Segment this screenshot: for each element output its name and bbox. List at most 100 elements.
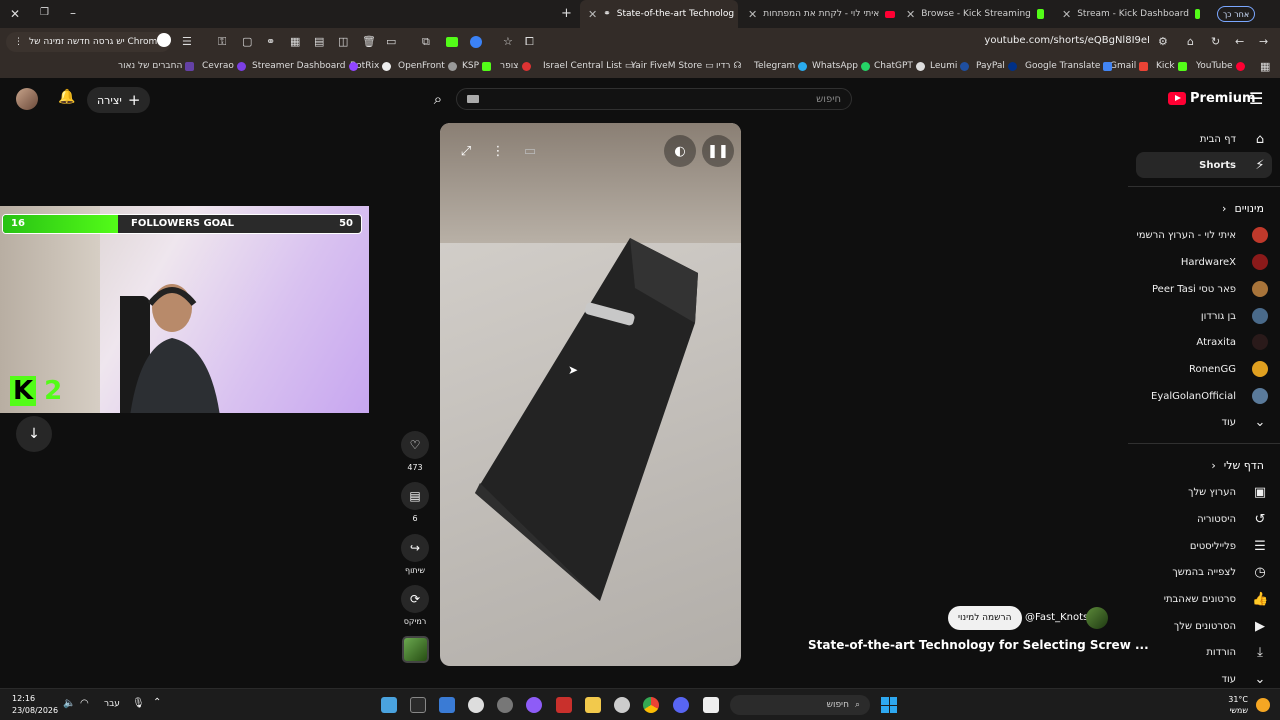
bookmark-youtube[interactable]: YouTube bbox=[1196, 61, 1245, 71]
like-button[interactable]: ♡ bbox=[401, 431, 429, 459]
bookmark-radio[interactable]: רדיו ☊ bbox=[716, 61, 741, 71]
home-icon[interactable]: ⌂ bbox=[1187, 35, 1194, 48]
steam-app-icon[interactable] bbox=[614, 697, 630, 713]
sidebar-item-subscription[interactable]: RonenGG bbox=[1189, 356, 1268, 382]
remix-button[interactable]: ⟳ bbox=[401, 585, 429, 613]
bookmark-gmail[interactable]: Gmail bbox=[1110, 61, 1149, 71]
close-tab-icon[interactable]: ✕ bbox=[588, 8, 597, 21]
settings-app-icon[interactable] bbox=[497, 697, 513, 713]
tab-youtube-itay[interactable]: ✕ איתי לוי - לקחת את המפתחות bbox=[742, 0, 902, 28]
new-tab-icon[interactable]: + bbox=[561, 6, 572, 21]
puzzle-icon[interactable]: ⧉ bbox=[422, 35, 430, 49]
mail-app-icon[interactable] bbox=[410, 697, 426, 713]
windows-start-icon[interactable] bbox=[881, 697, 897, 713]
bookmark-israel-central[interactable]: Israel Central List ▭ bbox=[543, 61, 633, 71]
comments-action[interactable]: ▤ 6 bbox=[401, 482, 429, 523]
wifi-icon[interactable]: ◠ bbox=[80, 698, 89, 709]
notepad-app-icon[interactable] bbox=[703, 697, 719, 713]
sidebar-item-subscription[interactable]: EyalGolanOfficial bbox=[1151, 383, 1268, 409]
sidebar-item-downloads[interactable]: הורדות ⤓ bbox=[1206, 639, 1268, 665]
bookmark-kick[interactable]: Kick bbox=[1156, 61, 1187, 71]
sidebar-item-your-videos[interactable]: הסרטונים שלך ▶ bbox=[1174, 613, 1268, 639]
reload-icon[interactable]: ↻ bbox=[1211, 35, 1220, 48]
bookmark-cevrao[interactable]: Cevrao bbox=[202, 61, 246, 71]
sidebar-item-more[interactable]: עוד ⌄ bbox=[1222, 409, 1268, 435]
search-input[interactable]: חיפוש bbox=[456, 88, 852, 110]
sidebar-item-subscription[interactable]: בן גורדון bbox=[1201, 303, 1268, 329]
minimize-window-icon[interactable]: – bbox=[70, 6, 76, 20]
bookmark-friends[interactable]: החברים של נאור bbox=[118, 61, 195, 71]
maps-app-icon[interactable] bbox=[468, 697, 484, 713]
back-icon[interactable]: → bbox=[1259, 35, 1268, 48]
bookmark-streamer-dashboard[interactable]: Streamer Dashboard bbox=[252, 61, 358, 71]
sidebar-item-shorts[interactable]: Shorts ⚡ bbox=[1136, 152, 1272, 178]
screen-cast-icon[interactable]: ⧠ bbox=[525, 35, 534, 49]
weather-widget[interactable]: 31°C שמשי bbox=[1228, 694, 1248, 716]
more-options-icon[interactable]: ⋮ bbox=[482, 135, 514, 167]
chevron-up-icon[interactable]: ⌃ bbox=[153, 697, 161, 708]
bookmark-whatsapp[interactable]: WhatsApp bbox=[812, 61, 870, 71]
photos-app-icon[interactable] bbox=[381, 697, 397, 713]
like-action[interactable]: ♡ 473 bbox=[401, 431, 429, 472]
bookmark-paypal[interactable]: PayPal bbox=[976, 61, 1017, 71]
bookmark-openfront[interactable]: OpenFront bbox=[398, 61, 457, 71]
short-video-player[interactable]: ⤢ ⋮ ▭ ◐ ❚❚ bbox=[440, 123, 741, 666]
short-title[interactable]: State-of-the-art Technology for Selectin… bbox=[808, 638, 1149, 652]
apps-grid-icon[interactable]: ▦ bbox=[1260, 60, 1270, 73]
hamburger-menu-icon[interactable]: ☰ bbox=[1249, 89, 1263, 108]
sidebar-item-subscription[interactable]: HardwareX bbox=[1181, 249, 1268, 275]
extension-icon[interactable]: ▢ bbox=[242, 35, 252, 48]
extension-icon[interactable]: ☰ bbox=[182, 35, 192, 48]
sidebar-item-watch-later[interactable]: לצפייה בהמשך ◷ bbox=[1172, 559, 1268, 585]
sidebar-item-playlists[interactable]: פלייליסטים ☰ bbox=[1190, 533, 1268, 559]
site-settings-icon[interactable]: ⚙ bbox=[1158, 35, 1168, 48]
remix-action[interactable]: ⟳ רמיקס bbox=[401, 585, 429, 626]
system-clock[interactable]: 12:16 23/08/2026 bbox=[12, 693, 58, 717]
close-tab-icon[interactable]: ✕ bbox=[748, 8, 757, 21]
taskbar-search[interactable]: חיפוש ⌕ bbox=[730, 695, 870, 715]
you-header[interactable]: › הדף שלי bbox=[1211, 459, 1264, 472]
search-button[interactable]: ⌕ bbox=[420, 87, 456, 111]
extension-icon[interactable]: ◫ bbox=[338, 35, 348, 48]
channel-handle[interactable]: @Fast_Knots bbox=[1025, 612, 1088, 623]
sidebar-item-liked-videos[interactable]: סרטונים שאהבתי 👍 bbox=[1164, 586, 1268, 612]
extension-icon[interactable]: ▭ bbox=[386, 35, 396, 48]
bookmark-ksp[interactable]: KSP bbox=[462, 61, 492, 71]
subscriptions-header[interactable]: › מינויים bbox=[1222, 202, 1264, 215]
trash-icon[interactable]: 🗑 bbox=[362, 35, 376, 48]
restore-window-icon[interactable]: ❐ bbox=[40, 7, 49, 18]
bell-icon[interactable]: 🔔 bbox=[58, 89, 75, 105]
volume-icon[interactable]: 🔈 bbox=[63, 698, 75, 709]
youtube-premium-logo[interactable]: Premium bbox=[1168, 91, 1256, 106]
share-button[interactable]: ↪ bbox=[401, 534, 429, 562]
address-bar[interactable]: youtube.com/shorts/eQBgNl8I9eI bbox=[984, 35, 1150, 46]
bookmark-leumi[interactable]: Leumi bbox=[930, 61, 970, 71]
sidebar-item-history[interactable]: היסטוריה ↺ bbox=[1197, 506, 1268, 532]
sidebar-item-subscription[interactable]: Peer Tasi פאר טסי bbox=[1152, 276, 1268, 302]
bookmark-telegram[interactable]: Telegram bbox=[754, 61, 808, 71]
extension-icon[interactable] bbox=[470, 36, 482, 48]
extension-icon[interactable]: ▤ bbox=[314, 35, 324, 48]
update-chrome-pill[interactable]: ⋮ יש גרסה חדשה זמינה של Chrome bbox=[6, 32, 171, 52]
share-action[interactable]: ↪ שיתוף bbox=[401, 534, 429, 575]
password-key-icon[interactable]: ⚿ bbox=[218, 35, 226, 49]
tab-kick-browse[interactable]: ✕ Browse - Kick Streaming bbox=[900, 0, 1050, 28]
avatar[interactable] bbox=[16, 88, 38, 110]
sound-thumbnail[interactable] bbox=[402, 636, 429, 663]
bookmark-chatgpt[interactable]: ChatGPT bbox=[874, 61, 925, 71]
chrome-app-icon[interactable] bbox=[643, 697, 659, 713]
sidebar-item-subscription[interactable]: Atraxita bbox=[1196, 329, 1268, 355]
forward-icon[interactable]: ← bbox=[1235, 35, 1244, 48]
close-tab-icon[interactable]: ✕ bbox=[1062, 8, 1071, 21]
bookmark-google-translate[interactable]: Google Translate bbox=[1025, 61, 1113, 71]
kick-extension-icon[interactable] bbox=[446, 37, 458, 47]
bookmark-tzofar[interactable]: צופר bbox=[500, 61, 531, 71]
sidebar-item-subscription[interactable]: איתי לוי - הערוץ הרשמי bbox=[1136, 222, 1268, 248]
comments-button[interactable]: ▤ bbox=[401, 482, 429, 510]
microphone-icon[interactable]: 🎙 bbox=[132, 698, 145, 709]
link-icon[interactable]: ⚭ bbox=[266, 35, 275, 48]
create-button[interactable]: יצירה + bbox=[87, 87, 151, 113]
pause-icon[interactable]: ❚❚ bbox=[702, 135, 734, 167]
subscribe-button[interactable]: הרשמה למינוי bbox=[948, 606, 1022, 630]
obs-app-icon[interactable] bbox=[526, 697, 542, 713]
